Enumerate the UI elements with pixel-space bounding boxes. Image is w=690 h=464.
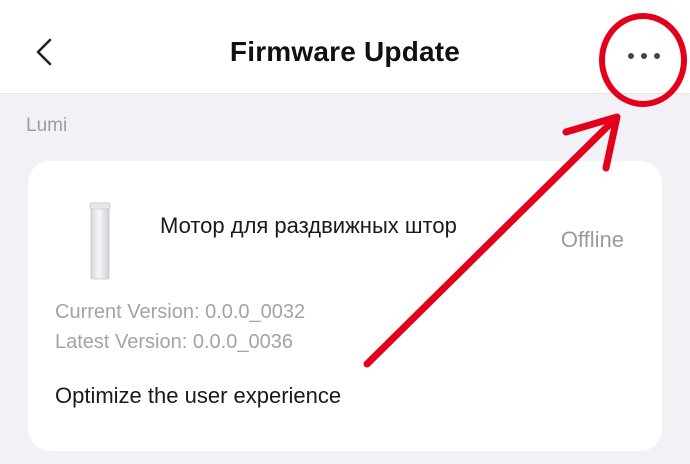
more-horizontal-icon — [628, 53, 660, 59]
current-version: Current Version: 0.0.0_0032 — [55, 301, 306, 323]
device-card[interactable]: Мотор для раздвижных штор Offline Curren… — [28, 161, 662, 451]
more-options-button[interactable] — [612, 38, 676, 74]
release-notes: Optimize the user experience — [55, 383, 342, 408]
section-label: Lumi — [26, 115, 68, 136]
device-status: Offline — [560, 227, 624, 252]
page-title: Firmware Update — [229, 36, 461, 67]
latest-version: Latest Version: 0.0.0_0036 — [55, 331, 293, 353]
device-name: Мотор для раздвижных штор — [160, 213, 457, 238]
top-nav-bar: Firmware Update — [0, 0, 690, 94]
curtain-motor-image — [89, 202, 111, 280]
